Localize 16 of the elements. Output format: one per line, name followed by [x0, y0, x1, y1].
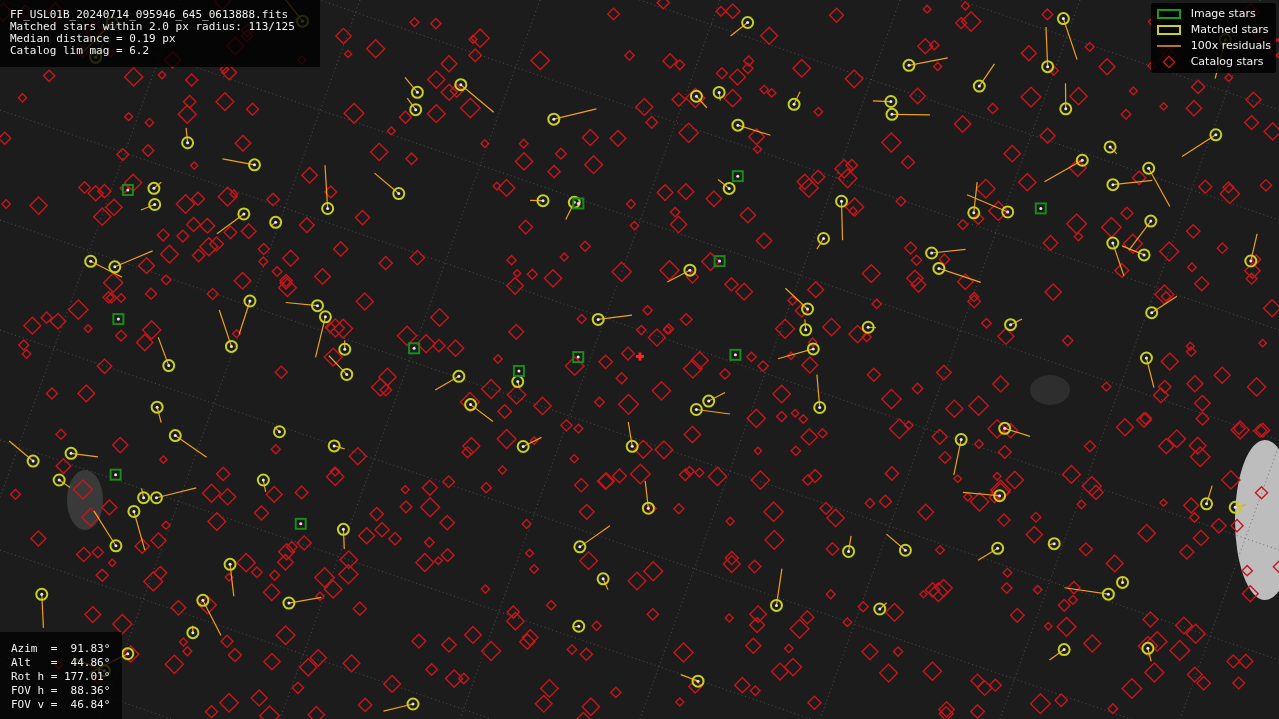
rectangle-swatch-icon: [1155, 8, 1182, 20]
info-text: Median distance = 0.19 px: [10, 33, 177, 45]
legend-label: 100x residuals: [1190, 39, 1271, 53]
legend-label: Matched stars: [1190, 23, 1269, 37]
pointing-text: Rot h = 177.01°: [11, 671, 111, 683]
pointing-text: Azim = 91.83°: [11, 643, 111, 655]
pointing-text: Alt = 44.86°: [11, 657, 111, 669]
info-text: Catalog lim mag = 6.2: [10, 45, 151, 57]
center-cross-icon: [636, 352, 644, 361]
legend-label: Catalog stars: [1190, 55, 1264, 69]
pointing-text: FOV v = 46.84°: [11, 699, 111, 711]
info-text: FF_USL01B_20240714_095946_645_0613888.fits: [10, 9, 290, 21]
rectangle-swatch-icon: [1155, 24, 1182, 36]
legend-label: Image stars: [1190, 7, 1256, 21]
info-text: Matched stars within 2.0 px radius: 113/125: [10, 21, 296, 33]
pointing-text: FOV h = 88.36°: [11, 685, 111, 697]
